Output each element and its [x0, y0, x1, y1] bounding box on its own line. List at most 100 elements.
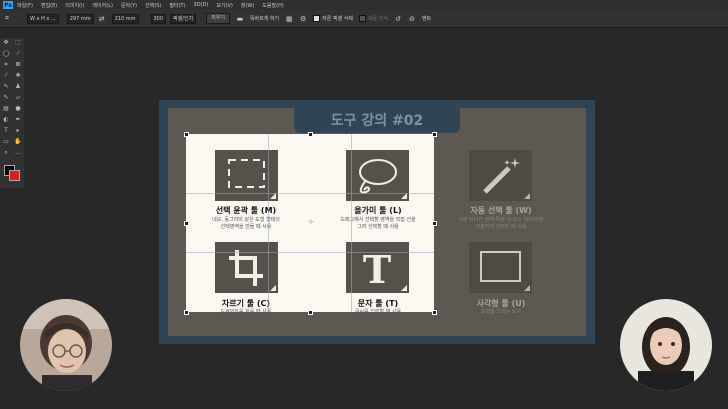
tool-label-magic-wand: 자동 선택 툴 (W) [470, 206, 532, 215]
tool-desc-marquee-line1: 네모, 동그라미 같은 도형 형태의 [212, 217, 280, 223]
resolution-field[interactable]: 300 [150, 13, 167, 24]
swap-icon[interactable]: ⇄ [98, 15, 106, 23]
delete-cropped-checkbox[interactable] [313, 15, 321, 22]
crop-guide-vertical-2 [351, 134, 352, 312]
tool-desc-magic-wand-line1: 구분 되어진 영역(특정 색 또는 레이어)을 [458, 217, 544, 223]
pen-tool-icon[interactable]: ✒ [13, 115, 23, 124]
clear-button[interactable]: 지우기 [206, 13, 230, 24]
blur-tool-icon[interactable]: ● [13, 104, 23, 113]
brush-tool-icon[interactable]: ✎ [1, 82, 11, 91]
tool-desc-lasso-line2: 그려 선택할 때 사용 [357, 224, 399, 230]
dodge-tool-icon[interactable]: ◐ [1, 115, 11, 124]
straighten-label[interactable]: 똑바르게 하기 [250, 15, 279, 22]
tool-desc-type: 글씨를 입력할 때 사용 [354, 309, 402, 315]
menu-image[interactable]: 이미지(I) [65, 2, 84, 9]
svg-text:T: T [363, 247, 391, 292]
magic-wand-icon-box [469, 150, 532, 201]
crop-handle-top-right[interactable] [432, 132, 437, 137]
more-tools-icon[interactable]: … [13, 148, 23, 157]
menu-view[interactable]: 보기(V) [216, 2, 233, 9]
crop-handle-top-left[interactable] [184, 132, 189, 137]
tool-desc-magic-wand-line2: 구분하여 선택할 때 사용 [475, 224, 527, 230]
menu-file[interactable]: 파일(F) [17, 2, 33, 9]
tool-desc-rectangle: 도형을 그리는 도구 [481, 309, 521, 315]
frame-tool-icon[interactable]: ⊠ [13, 60, 23, 69]
crop-center-marker-icon: ✛ [308, 218, 314, 226]
crop-handle-left-middle[interactable] [184, 221, 189, 226]
delete-cropped-label: 자른 픽셀 삭제 [322, 16, 353, 22]
move-tool-icon[interactable]: ✥ [1, 38, 11, 47]
magic-wand-tool-icon[interactable]: ⁄ [13, 49, 23, 58]
menu-type[interactable]: 문자(Y) [121, 2, 137, 9]
hand-tool-icon[interactable]: ✋ [13, 137, 23, 146]
crop-handle-bottom-left[interactable] [184, 310, 189, 315]
grid-overlay-icon[interactable]: ▦ [285, 15, 293, 23]
webcam-right [620, 299, 712, 391]
eraser-tool-icon[interactable]: ▱ [13, 93, 23, 102]
gear-icon[interactable]: ⚙ [299, 15, 307, 23]
type-tool-icon[interactable]: T [1, 126, 11, 135]
slide-title: 도구 강의 #02 [330, 113, 424, 129]
marquee-tool-icon[interactable]: ⬚ [13, 38, 23, 47]
eyedropper-tool-icon[interactable]: ⁄ [1, 71, 11, 80]
cancel-icon[interactable]: ⊘ [408, 15, 416, 23]
menu-help[interactable]: 도움말(H) [262, 2, 283, 9]
menu-layer[interactable]: 레이어(L) [92, 2, 113, 9]
options-bar: ⌗ W x H x ... 297 mm ⇄ 210 mm 300 픽셀/인치 … [0, 10, 728, 28]
gradient-tool-icon[interactable]: ▤ [1, 104, 11, 113]
tool-desc-lasso-line1: 드래그해서 선택할 영역을 직접 선을 [340, 217, 416, 223]
content-aware-checkbox[interactable] [358, 15, 366, 22]
photoshop-logo[interactable]: Ps [3, 1, 13, 9]
crop-handle-bottom-right[interactable] [432, 310, 437, 315]
crop-tool-icon[interactable]: ⌗ [3, 14, 11, 23]
menu-window[interactable]: 창(W) [241, 2, 254, 9]
background-color-swatch[interactable] [9, 170, 20, 181]
history-brush-icon[interactable]: ✎ [1, 93, 11, 102]
tool-label-marquee: 선택 윤곽 툴 (M) [215, 206, 277, 215]
menu-edit[interactable]: 편집(E) [41, 2, 57, 9]
tool-label-crop: 자르기 툴 (C) [221, 299, 271, 308]
menu-filter[interactable]: 필터(T) [169, 2, 185, 9]
rectangle-tool-icon [480, 251, 521, 282]
width-field[interactable]: 297 mm [66, 13, 94, 24]
tool-label-type: 문자 툴 (T) [357, 299, 399, 308]
crop-handle-top-middle[interactable] [308, 132, 313, 137]
menu-3d[interactable]: 3D(D) [194, 2, 209, 8]
crop-tool-icon[interactable]: ⌗ [1, 60, 11, 69]
crop-guide-vertical-1 [268, 134, 269, 312]
crop-guide-horizontal-1 [186, 193, 434, 194]
reset-icon[interactable]: ↺ [394, 15, 402, 23]
webcam-left [20, 299, 112, 391]
unit-select[interactable]: 픽셀/인치 [170, 13, 197, 24]
stamp-tool-icon[interactable]: ♟ [13, 82, 23, 91]
presenter-left-image [20, 299, 112, 391]
content-aware-label: 내용 인식 [367, 16, 388, 22]
height-field[interactable]: 210 mm [111, 13, 139, 24]
lasso-tool-icon[interactable]: ◯ [1, 49, 11, 58]
crop-guide-horizontal-2 [186, 252, 434, 253]
rectangle-icon-box [469, 242, 532, 293]
magic-wand-tool-icon [483, 158, 520, 194]
tool-desc-marquee-line2: 선택영역을 만들 때 사용 [220, 224, 272, 230]
menu-bar: Ps 파일(F) 편집(E) 이미지(I) 레이어(L) 문자(Y) 선택(S)… [0, 0, 728, 10]
path-select-icon[interactable]: ▸ [13, 126, 23, 135]
corner-triangle-icon [524, 193, 530, 199]
tool-desc-crop: 도큐먼트를 자를 때 사용 [220, 309, 272, 315]
tool-label-rectangle: 사각형 툴 (U) [476, 299, 526, 308]
corner-triangle-icon [524, 285, 530, 291]
presenter-right-image [620, 299, 712, 391]
type-icon-box: T [346, 242, 409, 293]
preset-select[interactable]: W x H x ... [27, 13, 59, 24]
healing-tool-icon[interactable]: ✚ [13, 71, 23, 80]
crop-handle-bottom-middle[interactable] [308, 310, 313, 315]
menu-select[interactable]: 선택(S) [145, 2, 161, 9]
corner-triangle-icon [401, 285, 407, 291]
type-tool-icon: T [363, 247, 391, 292]
tool-label-lasso: 올가미 툴 (L) [354, 206, 402, 215]
shape-tool-icon[interactable]: ▭ [1, 137, 11, 146]
corner-triangle-icon [270, 285, 276, 291]
extra-label[interactable]: 벤트 [422, 15, 431, 22]
straighten-icon[interactable]: ▬ [236, 15, 244, 23]
crop-handle-right-middle[interactable] [432, 221, 437, 226]
zoom-tool-icon[interactable]: ⌕ [1, 148, 11, 157]
